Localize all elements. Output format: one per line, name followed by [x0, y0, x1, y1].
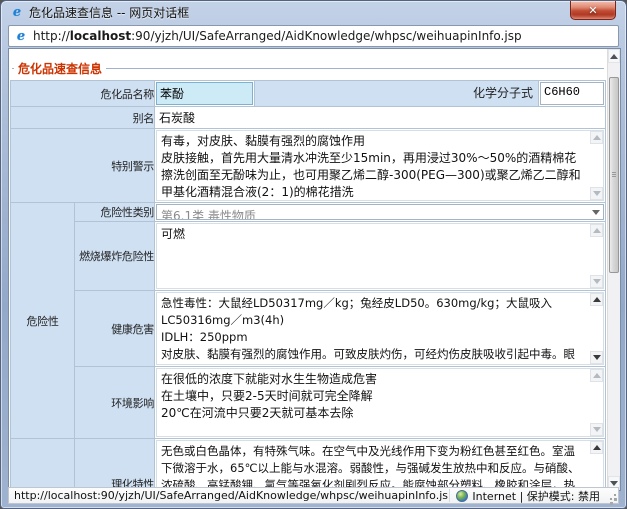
- scroll-down-icon[interactable]: [590, 351, 603, 364]
- name-label: 危化品名称: [11, 81, 155, 107]
- scroll-up-icon[interactable]: [590, 441, 603, 454]
- scrollbar-grip-icon: [612, 172, 616, 177]
- formula-input[interactable]: C6H60: [540, 82, 604, 105]
- fire-risk-label: 燃烧爆炸危险性: [75, 222, 155, 291]
- fire-risk-scrollbar[interactable]: [590, 224, 603, 288]
- environment-textarea[interactable]: 在很低的浓度下就能对水生生物造成危害 在土壤中，只要2-5天时间就可完全降解 2…: [156, 368, 604, 437]
- address-url: http://localhost:90/yjzh/UI/SafeArranged…: [33, 29, 522, 43]
- status-zone-text: Internet | 保护模式: 禁用: [472, 488, 600, 504]
- close-button[interactable]: ✕: [570, 1, 616, 20]
- warning-scrollbar[interactable]: [590, 131, 603, 200]
- environment-scrollbar[interactable]: [590, 369, 603, 436]
- window-title: 危化品速查信息 -- 网页对话框: [29, 4, 189, 21]
- row-warning: 特别警示 有毒，对皮肤、黏膜有强烈的腐蚀作用 皮肤接触，首先用大量清水冲洗至少1…: [11, 129, 606, 203]
- globe-icon: [456, 490, 468, 502]
- page-scrollbar[interactable]: [607, 49, 620, 490]
- scroll-up-icon[interactable]: [590, 131, 603, 144]
- environment-label: 环境影响: [75, 367, 155, 439]
- physchem-scrollbar[interactable]: [590, 441, 603, 490]
- close-icon: ✕: [588, 5, 597, 16]
- url-path: :90/yjzh/UI/SafeArranged/AidKnowledge/wh…: [131, 29, 521, 43]
- physchem-textarea[interactable]: 无色或白色晶体，有特殊气味。在空气中及光线作用下变为粉红色甚至红色。室温下微溶于…: [156, 440, 604, 490]
- url-host: localhost: [70, 29, 131, 43]
- health-textarea[interactable]: 急性毒性：大鼠经LD50317mg／kg；兔经皮LD50。630mg/kg；大鼠…: [156, 292, 604, 365]
- hazard-class-select[interactable]: 第6.1类 毒性物质: [156, 204, 604, 220]
- health-label: 健康危害: [75, 291, 155, 367]
- status-bar: http://localhost:90/yjzh/UI/SafeArranged…: [8, 487, 619, 504]
- scroll-up-icon[interactable]: [590, 369, 603, 382]
- scrollbar-up-icon[interactable]: [608, 49, 620, 63]
- status-zone: Internet | 保护模式: 禁用: [450, 488, 606, 504]
- row-physchem: 理化特性 无色或白色晶体，有特殊气味。在空气中及光线作用下变为粉红色甚至红色。室…: [11, 439, 606, 491]
- dialog-window: e 危化品速查信息 -- 网页对话框 ✕ e http://localhost:…: [0, 0, 627, 509]
- ie-logo-icon: e: [10, 5, 24, 20]
- scroll-down-icon[interactable]: [590, 423, 603, 436]
- hazard-group-label: 危险性: [11, 203, 75, 439]
- scroll-up-icon[interactable]: [590, 224, 603, 237]
- row-environment: 环境影响 在很低的浓度下就能对水生生物造成危害 在土壤中，只要2-5天时间就可完…: [11, 367, 606, 439]
- row-fire-risk: 燃烧爆炸危险性 可燃: [11, 222, 606, 291]
- fire-risk-textarea[interactable]: 可燃: [156, 223, 604, 289]
- dialog-client-area: 危化品速查信息 危化品名称 苯酚 化学分子式 C6H60: [8, 48, 621, 491]
- row-health-hazard: 健康危害 急性毒性：大鼠经LD50317mg／kg；兔经皮LD50。630mg/…: [11, 291, 606, 367]
- formula-label: 化学分子式: [254, 81, 539, 106]
- warning-label: 特别警示: [11, 129, 155, 203]
- address-bar[interactable]: e http://localhost:90/yjzh/UI/SafeArrang…: [8, 25, 619, 47]
- url-protocol: http://: [33, 29, 70, 43]
- scroll-down-icon[interactable]: [590, 275, 603, 288]
- resize-grip[interactable]: [606, 489, 618, 502]
- info-fieldset: 危化品速查信息: [12, 60, 604, 77]
- scrollbar-thumb[interactable]: [609, 77, 619, 273]
- row-hazard-class: 危险性 危险性类别 第6.1类 毒性物质: [11, 203, 606, 222]
- warning-textarea[interactable]: 有毒，对皮肤、黏膜有强烈的腐蚀作用 皮肤接触，首先用大量清水冲洗至少15min，…: [156, 130, 604, 201]
- physchem-group-cell: [11, 439, 75, 491]
- physchem-label: 理化特性: [75, 439, 155, 491]
- title-bar[interactable]: e 危化品速查信息 -- 网页对话框: [1, 1, 626, 24]
- row-alias: 别名 石炭酸: [11, 107, 606, 129]
- health-scrollbar[interactable]: [590, 293, 603, 364]
- fieldset-legend: 危化品速查信息: [14, 60, 106, 77]
- page-content: 危化品速查信息 危化品名称 苯酚 化学分子式 C6H60: [9, 49, 607, 490]
- chemical-info-table: 危化品名称 苯酚 化学分子式 C6H60 别名 石炭酸: [10, 80, 606, 490]
- hazard-class-label: 危险性类别: [75, 203, 155, 222]
- alias-label: 别名: [11, 107, 155, 129]
- chevron-down-icon[interactable]: [592, 210, 600, 215]
- name-input[interactable]: 苯酚: [156, 82, 253, 105]
- scroll-up-icon[interactable]: [590, 293, 603, 306]
- row-name-formula: 危化品名称 苯酚 化学分子式 C6H60: [11, 81, 606, 107]
- status-url: http://localhost:90/yjzh/UI/SafeArranged…: [9, 489, 450, 502]
- scroll-down-icon[interactable]: [590, 187, 603, 200]
- alias-value[interactable]: 石炭酸: [155, 107, 605, 128]
- ie-page-icon: e: [14, 29, 28, 44]
